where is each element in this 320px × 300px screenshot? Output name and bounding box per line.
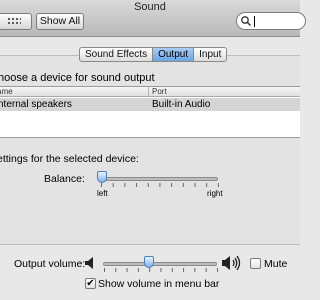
balance-slider-track[interactable] bbox=[100, 177, 218, 181]
search-input[interactable] bbox=[253, 14, 305, 28]
balance-ticks bbox=[101, 183, 219, 187]
tab-sound-effects[interactable]: Sound Effects bbox=[80, 48, 154, 61]
speaker-high-icon bbox=[222, 255, 241, 271]
tab-input[interactable]: Input bbox=[194, 48, 226, 61]
device-port: Built-in Audio bbox=[152, 99, 211, 110]
device-heading: hoose a device for sound output bbox=[0, 72, 155, 84]
balance-slider-knob[interactable] bbox=[97, 171, 107, 183]
show-volume-label[interactable]: Show volume in menu bar bbox=[98, 278, 219, 290]
output-volume-label: Output volume: bbox=[14, 258, 86, 270]
device-name: nternal speakers bbox=[0, 99, 72, 110]
grid-view-button[interactable] bbox=[0, 13, 32, 30]
volume-slider-knob[interactable] bbox=[144, 256, 154, 268]
search-field[interactable] bbox=[236, 12, 306, 30]
title-toolbar: Sound Show All bbox=[0, 0, 306, 37]
text-cursor bbox=[254, 16, 255, 27]
column-header-port[interactable]: Port bbox=[152, 87, 167, 96]
column-header-name[interactable]: ame bbox=[0, 87, 13, 96]
speaker-low-icon bbox=[85, 257, 93, 269]
grid-icon bbox=[7, 17, 21, 26]
tab-output[interactable]: Output bbox=[153, 48, 195, 61]
volume-slider-track[interactable] bbox=[103, 262, 217, 266]
settings-heading: ettings for the selected device: bbox=[0, 153, 139, 165]
mute-checkbox[interactable] bbox=[250, 258, 261, 269]
show-all-button[interactable]: Show All bbox=[36, 13, 84, 30]
volume-ticks bbox=[104, 268, 218, 272]
balance-label: Balance: bbox=[44, 173, 85, 185]
table-row[interactable]: nternal speakers Built-in Audio bbox=[0, 98, 300, 111]
table-header: ame Port bbox=[0, 87, 300, 97]
show-volume-checkbox[interactable]: ✔ bbox=[85, 278, 96, 289]
tab-bar: Sound Effects Output Input bbox=[79, 47, 228, 62]
device-table[interactable]: ame Port nternal speakers Built-in Audio bbox=[0, 86, 300, 138]
mute-label[interactable]: Mute bbox=[264, 258, 287, 270]
column-divider bbox=[148, 87, 149, 97]
balance-right-label: right bbox=[207, 189, 223, 198]
balance-left-label: left bbox=[97, 189, 108, 198]
search-icon bbox=[241, 16, 252, 27]
